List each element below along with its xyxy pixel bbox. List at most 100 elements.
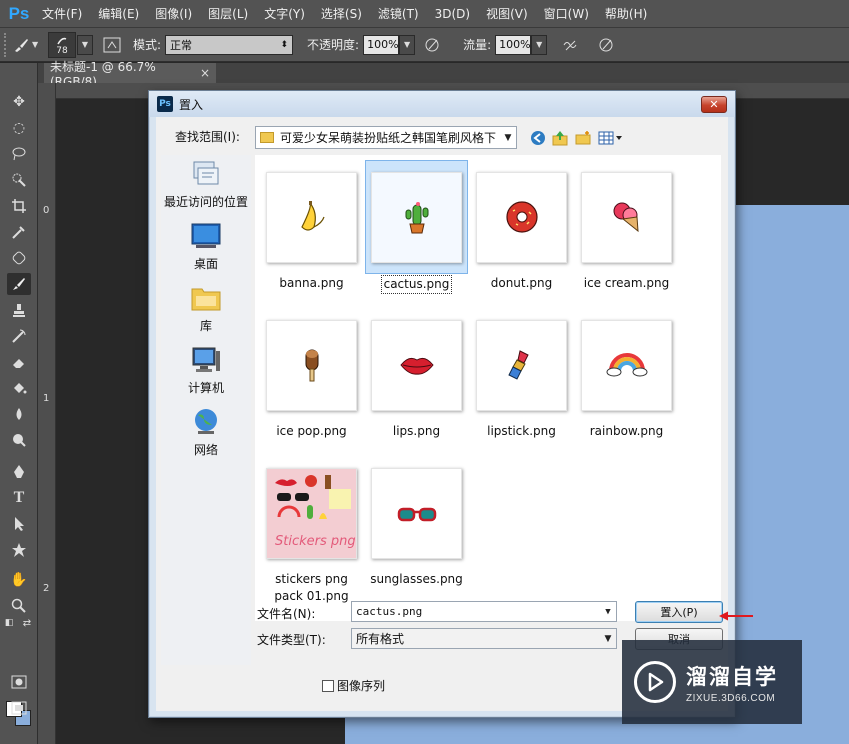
pressure-opacity-icon[interactable] xyxy=(421,34,443,56)
watermark-subtitle: ZIXUE.3D66.COM xyxy=(686,692,776,704)
image-sequence-checkbox[interactable]: 图像序列 xyxy=(322,677,385,694)
ruler-mark-1: 1 xyxy=(43,393,50,404)
pen-tool-icon[interactable] xyxy=(7,461,31,483)
checkbox-box[interactable] xyxy=(322,679,334,692)
airbrush-icon[interactable] xyxy=(559,34,581,56)
opacity-field[interactable]: 100% xyxy=(363,34,400,55)
lips-icon xyxy=(371,319,462,411)
eraser-tool-icon[interactable] xyxy=(7,351,31,373)
file-item[interactable]: ice cream.png xyxy=(575,160,678,292)
dodge-tool-icon[interactable] xyxy=(7,429,31,451)
file-item[interactable]: donut.png xyxy=(470,160,573,292)
place-label: 网络 xyxy=(193,443,218,457)
file-item[interactable]: sunglasses.png xyxy=(365,456,468,588)
brush-size-dropdown-icon[interactable]: ▼ xyxy=(77,34,93,55)
brush-tool-icon[interactable] xyxy=(10,34,32,56)
menu-filter[interactable]: 滤镜(T) xyxy=(370,0,427,28)
move-tool-icon[interactable]: ✥ xyxy=(7,91,31,113)
type-tool-icon[interactable]: T xyxy=(7,487,31,509)
healing-brush-tool-icon[interactable] xyxy=(7,247,31,269)
paint-bucket-tool-icon[interactable] xyxy=(7,377,31,399)
opacity-dropdown-icon[interactable]: ▼ xyxy=(399,34,416,55)
mode-select[interactable]: 正常 ⬍ xyxy=(165,34,294,55)
new-folder-icon[interactable] xyxy=(574,129,592,147)
chevron-down-icon: ▼ xyxy=(504,132,512,143)
file-item[interactable]: ice pop.png xyxy=(260,308,363,440)
back-icon[interactable] xyxy=(529,129,547,147)
menu-file[interactable]: 文件(F) xyxy=(34,0,90,28)
file-item[interactable]: lipstick.png xyxy=(470,308,573,440)
watermark-text: 溜溜自学 ZIXUE.3D66.COM xyxy=(686,661,778,704)
stickers-pack-preview: Stickers png xyxy=(266,467,357,559)
file-item[interactable]: lips.png xyxy=(365,308,468,440)
close-dialog-button[interactable]: ✕ xyxy=(701,96,727,113)
file-item-selected[interactable]: cactus.png xyxy=(365,160,468,294)
ice-cream-icon xyxy=(581,171,672,263)
menu-image[interactable]: 图像(I) xyxy=(147,0,200,28)
eyedropper-tool-icon[interactable] xyxy=(7,221,31,243)
clone-stamp-tool-icon[interactable] xyxy=(7,299,31,321)
close-tab-icon[interactable]: × xyxy=(200,66,210,80)
folder-icon xyxy=(260,132,274,143)
file-type-label: 文件类型(T): xyxy=(257,633,326,647)
marquee-tool-icon[interactable]: ◌ xyxy=(7,117,31,139)
path-selection-tool-icon[interactable] xyxy=(7,513,31,535)
brush-panel-icon[interactable] xyxy=(101,34,123,56)
cactus-icon xyxy=(371,171,462,263)
file-item[interactable]: Stickers png stickers png pack 01.png xyxy=(260,456,363,605)
place-network[interactable]: 网络 xyxy=(161,407,251,458)
hand-tool-icon[interactable]: ✋ xyxy=(7,569,31,591)
flow-field[interactable]: 100% xyxy=(495,34,532,55)
place-computer[interactable]: 计算机 xyxy=(161,345,251,396)
chevron-down-icon[interactable]: ▼ xyxy=(600,607,616,617)
brush-tool-icon[interactable] xyxy=(7,273,31,295)
flow-dropdown-icon[interactable]: ▼ xyxy=(531,34,548,55)
document-tab[interactable]: 未标题-1 @ 66.7%(RGB/8) × xyxy=(44,60,216,89)
up-folder-icon[interactable] xyxy=(551,129,569,147)
history-brush-tool-icon[interactable] xyxy=(7,325,31,347)
menu-type[interactable]: 文字(Y) xyxy=(256,0,313,28)
quick-mask-icon[interactable] xyxy=(7,671,31,693)
tool-preset-dropdown-icon[interactable]: ▼ xyxy=(32,40,42,49)
file-type-select[interactable]: 所有格式 ▼ xyxy=(351,628,617,649)
look-in-select[interactable]: 可爱少女呆萌装扮贴纸之韩国笔刷风格下 ▼ xyxy=(255,126,517,149)
place-desktop[interactable]: 桌面 xyxy=(161,221,251,272)
menu-3d[interactable]: 3D(D) xyxy=(427,0,478,28)
menu-help[interactable]: 帮助(H) xyxy=(597,0,655,28)
ice-pop-icon xyxy=(266,319,357,411)
file-name: ice pop.png xyxy=(276,424,347,438)
menu-bar: Ps 文件(F) 编辑(E) 图像(I) 图层(L) 文字(Y) 选择(S) 滤… xyxy=(0,0,849,28)
custom-shape-tool-icon[interactable] xyxy=(7,539,31,561)
pressure-size-icon[interactable] xyxy=(595,34,617,56)
lasso-tool-icon[interactable] xyxy=(7,143,31,165)
file-thumbnail-frame xyxy=(260,160,363,274)
menu-layer[interactable]: 图层(L) xyxy=(200,0,256,28)
place-button[interactable]: 置入(P) xyxy=(635,601,723,623)
view-menu-icon[interactable] xyxy=(597,129,625,147)
menu-select[interactable]: 选择(S) xyxy=(313,0,370,28)
file-item[interactable]: rainbow.png xyxy=(575,308,678,440)
default-colors-icon[interactable]: ◧ xyxy=(2,617,16,629)
recent-places-icon xyxy=(190,159,222,189)
menu-edit[interactable]: 编辑(E) xyxy=(90,0,147,28)
zoom-tool-icon[interactable] xyxy=(7,595,31,617)
brush-size-value: 78 xyxy=(56,45,68,56)
dialog-titlebar[interactable]: Ps 置入 ✕ xyxy=(149,91,735,117)
red-arrow-icon xyxy=(719,611,753,621)
file-thumbnail-frame xyxy=(260,308,363,422)
menu-view[interactable]: 视图(V) xyxy=(478,0,536,28)
place-recent[interactable]: 最近访问的位置 xyxy=(161,159,251,210)
file-name: ice cream.png xyxy=(583,276,670,290)
blur-tool-icon[interactable] xyxy=(7,403,31,425)
file-name: lipstick.png xyxy=(487,424,556,438)
swap-colors-icon[interactable]: ⇄ xyxy=(20,617,34,629)
brush-size-picker[interactable]: 78 xyxy=(48,31,76,58)
crop-tool-icon[interactable] xyxy=(7,195,31,217)
file-item[interactable]: banna.png xyxy=(260,160,363,292)
menu-window[interactable]: 窗口(W) xyxy=(536,0,597,28)
mode-value: 正常 xyxy=(170,38,193,52)
quick-selection-tool-icon[interactable] xyxy=(7,169,31,191)
place-libraries[interactable]: 库 xyxy=(161,283,251,334)
screen-mode-icon[interactable] xyxy=(7,697,31,719)
file-name-input[interactable]: cactus.png ▼ xyxy=(351,601,617,622)
